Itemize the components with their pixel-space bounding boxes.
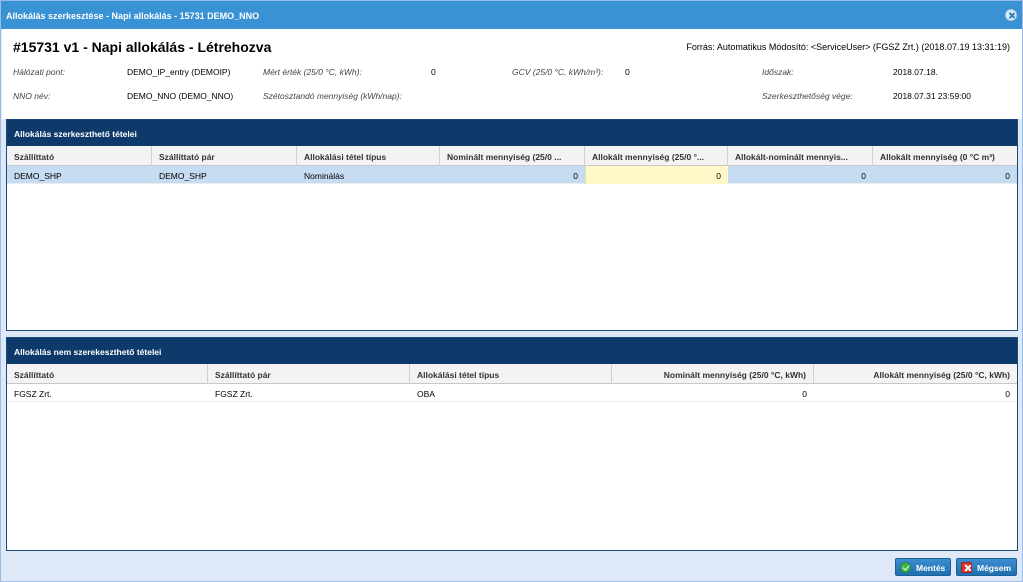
window-titlebar[interactable]: Allokálás szerkesztése - Napi allokálás … — [1, 1, 1022, 29]
cancel-button-label: Mégsem — [977, 563, 1012, 573]
source-info: Forrás: Automatikus Módosító: <ServiceUs… — [686, 42, 1010, 52]
save-button[interactable]: Mentés — [895, 558, 951, 576]
column-header[interactable]: Allokált mennyiség (25/0 °C, kWh) — [814, 364, 1017, 384]
nno-name-label: NNO név: — [13, 91, 51, 101]
measured-value-label: Mért érték (25/0 °C, kWh): — [263, 67, 362, 77]
table-row[interactable]: FGSZ Zrt. FGSZ Zrt. OBA 0 0 — [7, 384, 1017, 402]
column-header[interactable]: Nominált mennyiség (25/0 ... — [440, 146, 585, 166]
table-cell: FGSZ Zrt. — [14, 389, 52, 399]
save-button-label: Mentés — [916, 563, 946, 573]
column-header[interactable]: Allokált mennyiség (25/0 °... — [585, 146, 728, 166]
readonly-items-panel: Allokálás nem szerekeszthető tételei Szá… — [6, 337, 1018, 551]
check-icon — [900, 562, 911, 573]
column-header[interactable]: Szállíttató pár — [208, 364, 410, 384]
edit-end-label: Szerkeszthetőség vége: — [762, 91, 853, 101]
table-cell: FGSZ Zrt. — [215, 389, 253, 399]
page-title: #15731 v1 - Napi allokálás - Létrehozva — [13, 39, 272, 55]
editable-grid-header: Szállíttató Szállíttató pár Allokálási t… — [7, 146, 1017, 166]
column-header[interactable]: Szállíttató pár — [152, 146, 297, 166]
table-cell: 0 — [802, 389, 807, 399]
table-cell: 0 — [1005, 389, 1010, 399]
window-title: Allokálás szerkesztése - Napi allokálás … — [6, 11, 260, 21]
allocation-header: #15731 v1 - Napi allokálás - Létrehozva … — [2, 29, 1022, 119]
network-point-label: Hálózati pont: — [13, 67, 65, 77]
nno-name-value: DEMO_NNO (DEMO_NNO) — [127, 91, 234, 101]
column-header[interactable]: Allokálási tétel típus — [410, 364, 612, 384]
column-header[interactable]: Allokált mennyiség (0 °C m³) — [873, 146, 1017, 166]
editable-items-panel: Allokálás szerkeszthető tételei Szállítt… — [6, 119, 1018, 331]
table-cell: 0 — [1005, 171, 1010, 181]
table-row[interactable]: DEMO_SHP DEMO_SHP Nominálás 0 0 0 0 — [7, 166, 1017, 184]
table-cell: Nominálás — [304, 171, 345, 181]
column-header[interactable]: Szállíttató — [7, 364, 208, 384]
allocation-edit-window: Allokálás szerkesztése - Napi allokálás … — [0, 0, 1023, 582]
cancel-icon — [961, 562, 972, 573]
table-cell: 0 — [573, 171, 578, 181]
column-header[interactable]: Nominált mennyiség (25/0 °C, kWh) — [612, 364, 814, 384]
period-value: 2018.07.18. — [893, 67, 938, 77]
editable-panel-title: Allokálás szerkeszthető tételei — [7, 120, 1017, 146]
table-cell: DEMO_SHP — [14, 171, 62, 181]
column-header[interactable]: Allokált-nominált mennyis... — [728, 146, 873, 166]
column-header[interactable]: Szállíttató — [7, 146, 152, 166]
readonly-panel-title: Allokálás nem szerekeszthető tételei — [7, 338, 1017, 364]
table-cell: 0 — [861, 171, 866, 181]
close-icon[interactable] — [1005, 9, 1017, 21]
distributable-label: Szétosztandó mennyiség (kWh/nap): — [263, 91, 402, 101]
column-header[interactable]: Allokálási tétel típus — [297, 146, 440, 166]
measured-value: 0 — [431, 67, 436, 77]
network-point-value: DEMO_IP_entry (DEMOIP) — [127, 67, 231, 77]
gcv-label: GCV (25/0 °C, kWh/m³): — [512, 67, 604, 77]
gcv-value: 0 — [625, 67, 630, 77]
allocated-amount-edit-cell[interactable]: 0 — [585, 166, 728, 184]
table-cell: DEMO_SHP — [159, 171, 207, 181]
edit-end-value: 2018.07.31 23:59:00 — [893, 91, 971, 101]
table-cell: OBA — [417, 389, 435, 399]
cancel-button[interactable]: Mégsem — [956, 558, 1017, 576]
period-label: Időszak: — [762, 67, 794, 77]
readonly-grid-header: Szállíttató Szállíttató pár Allokálási t… — [7, 364, 1017, 384]
